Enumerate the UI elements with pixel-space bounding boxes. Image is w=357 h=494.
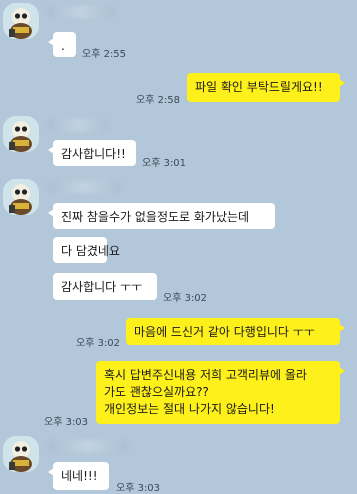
message-text: 파일 확인 부탁드릴게요!! [195,80,323,94]
sender-name-redacted [47,440,129,452]
sender-name-redacted [47,6,115,18]
incoming-message-bubble[interactable]: 네네!!! [48,462,109,490]
message-text-line: 가도 괜찮으실까요?? [104,385,209,399]
message-text: 다 담겼네요 [61,244,121,258]
message-text: . [61,39,65,53]
message-text: 마음에 드신거 같아 다행입니다 ㅜㅜ [134,325,315,339]
incoming-message-bubble[interactable]: 진짜 참을수가 없을정도로 화가났는데 [48,203,275,229]
message-time: 오후 3:03 [116,483,161,494]
incoming-message-bubble[interactable]: 감사합니다 ㅜㅜ [53,273,157,300]
message-time: 오후 3:03 [44,417,89,428]
sender-name-redacted [47,119,109,131]
sender-avatar[interactable] [3,3,39,39]
message-time: 오후 3:01 [142,158,187,169]
sender-name-redacted [47,181,122,193]
message-text: 감사합니다!! [61,147,126,161]
message-time: 오후 2:58 [136,95,181,106]
outgoing-message-bubble[interactable]: 혹시 답변주신내용 저희 고객리뷰에 올라 가도 괜찮으실까요?? 개인정보는 … [96,361,345,424]
message-text: 네네!!! [61,469,98,483]
outgoing-message-bubble[interactable]: 마음에 드신거 같아 다행입니다 ㅜㅜ [126,318,345,345]
message-text: 감사합니다 ㅜㅜ [61,280,143,294]
sender-avatar[interactable] [3,436,39,472]
message-text: 진짜 참을수가 없을정도로 화가났는데 [61,210,250,224]
sender-avatar[interactable] [3,179,39,215]
sender-avatar[interactable] [3,116,39,152]
message-text-line: 개인정보는 절대 나가지 않습니다! [104,402,275,416]
message-time: 오후 3:02 [163,293,208,304]
character-avatar-icon [3,116,39,152]
message-text-line: 혹시 답변주신내용 저희 고객리뷰에 올라 [104,368,307,382]
character-avatar-icon [3,3,39,39]
incoming-message-bubble[interactable]: . [48,32,76,57]
message-time: 오후 2:55 [82,49,127,60]
incoming-message-bubble[interactable]: 감사합니다!! [48,140,136,166]
message-time: 오후 3:02 [76,338,121,349]
character-avatar-icon [3,179,39,215]
character-avatar-icon [3,436,39,472]
incoming-message-bubble[interactable]: 다 담겼네요 [53,237,120,263]
outgoing-message-bubble[interactable]: 파일 확인 부탁드릴게요!! [187,73,345,102]
